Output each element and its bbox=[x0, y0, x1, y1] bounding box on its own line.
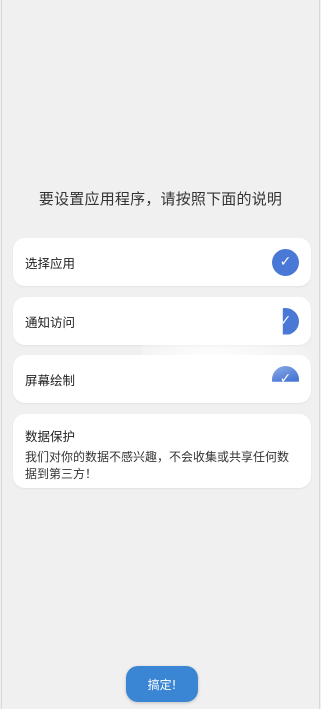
app-screen: 要设置应用程序，请按照下面的说明 选择应用 ✓ 通知访问 ✓ 屏幕绘制 ✓ 数据… bbox=[1, 0, 321, 709]
step-notification-access[interactable]: 通知访问 ✓ bbox=[13, 297, 311, 345]
check-icon: ✓ bbox=[272, 365, 299, 382]
privacy-text: 我们对你的数据不感兴趣，不会收集或共享任何数据到第三方！ bbox=[25, 450, 290, 481]
step-select-app[interactable]: 选择应用 ✓ bbox=[13, 238, 311, 286]
privacy-card: 数据保护 我们对你的数据不感兴趣，不会收集或共享任何数据到第三方！ bbox=[13, 414, 311, 488]
privacy-title: 数据保护 bbox=[25, 429, 76, 444]
check-icon: ✓ bbox=[282, 307, 299, 335]
step-label: 选择应用 bbox=[25, 255, 76, 271]
step-label: 屏幕绘制 bbox=[25, 372, 76, 388]
check-icon: ✓ bbox=[272, 248, 299, 276]
step-label: 通知访问 bbox=[25, 314, 76, 330]
instruction-text: 要设置应用程序，请按照下面的说明 bbox=[38, 190, 283, 208]
step-screen-overlay[interactable]: 屏幕绘制 ✓ bbox=[13, 355, 311, 403]
done-button[interactable]: 搞定! bbox=[126, 666, 198, 702]
